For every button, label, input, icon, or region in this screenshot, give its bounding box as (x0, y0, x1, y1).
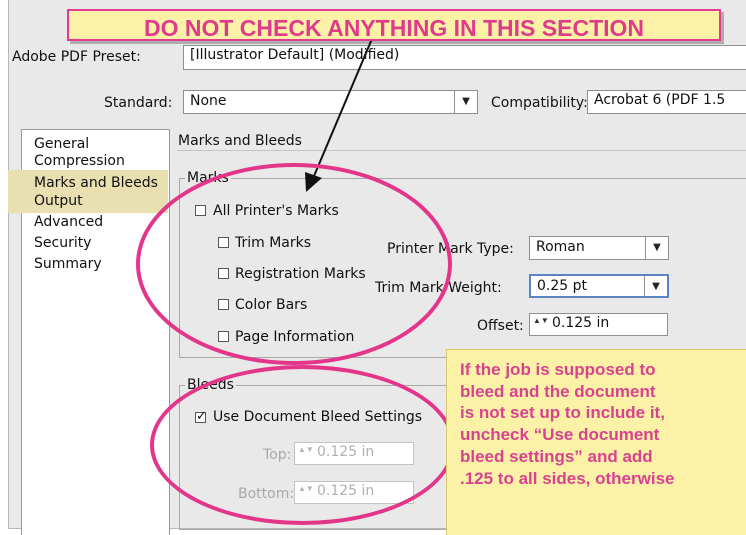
preset-value: [Illustrator Default] (Modified) (190, 47, 400, 63)
sidebar-item-general[interactable]: General (34, 136, 89, 152)
sidebar-item-advanced[interactable]: Advanced (34, 214, 103, 230)
compatibility-value: Acrobat 6 (PDF 1.5 (594, 92, 726, 108)
warning-banner: DO NOT CHECK ANYTHING IN THIS SECTION (67, 9, 721, 41)
chevron-down-icon: ▼ (645, 237, 668, 259)
sidebar-item-marks-and-bleeds[interactable]: Marks and Bleeds (34, 175, 158, 191)
sidebar-item-compression[interactable]: Compression (34, 153, 125, 169)
bleeds-highlight-ellipse (150, 365, 455, 525)
offset-label: Offset: (477, 318, 524, 334)
note-line: bleed settings” and add (460, 446, 653, 466)
standard-value: None (190, 93, 227, 109)
standard-select[interactable]: None ▼ (183, 90, 478, 114)
chevron-down-icon: ▼ (644, 276, 667, 296)
compatibility-label: Compatibility: (491, 95, 588, 111)
offset-stepper-icon[interactable]: ▲▼ (533, 317, 549, 331)
section-title: Marks and Bleeds (178, 133, 302, 149)
offset-field[interactable]: 0.125 in (529, 313, 668, 336)
printer-mark-type-value: Roman (536, 239, 585, 255)
standard-label: Standard: (104, 95, 173, 111)
offset-value: 0.125 in (552, 315, 610, 331)
screenshot-canvas: Adobe PDF Preset: [Illustrator Default] … (0, 0, 746, 535)
note-line: If the job is supposed to (460, 360, 656, 379)
warning-banner-text: DO NOT CHECK ANYTHING IN THIS SECTION (143, 15, 645, 41)
note-line: is not set up to include it, (460, 403, 665, 423)
trim-mark-weight-select[interactable]: 0.25 pt ▼ (529, 274, 669, 298)
marks-highlight-ellipse (136, 163, 452, 365)
sidebar-item-output[interactable]: Output (34, 193, 83, 209)
chevron-down-icon: ▼ (454, 91, 477, 113)
trim-mark-weight-value: 0.25 pt (537, 278, 587, 294)
note-line: bleed and the document (460, 381, 656, 401)
printer-mark-type-select[interactable]: Roman ▼ (529, 236, 669, 260)
preset-select[interactable]: [Illustrator Default] (Modified) (183, 45, 746, 70)
preset-label: Adobe PDF Preset: (12, 49, 141, 65)
section-divider (177, 150, 746, 151)
note-line: .125 to all sides, otherwise (460, 468, 675, 488)
sidebar: General Compression Marks and Bleeds Out… (8, 129, 170, 535)
note-line: uncheck “Use document (460, 425, 660, 445)
compatibility-select[interactable]: Acrobat 6 (PDF 1.5 (587, 90, 746, 114)
sidebar-item-summary[interactable]: Summary (34, 256, 102, 272)
instruction-note: If the job is supposed to bleed and the … (446, 349, 746, 535)
sidebar-item-security[interactable]: Security (34, 235, 92, 251)
instruction-note-text: If the job is supposed to bleed and the … (460, 359, 746, 489)
